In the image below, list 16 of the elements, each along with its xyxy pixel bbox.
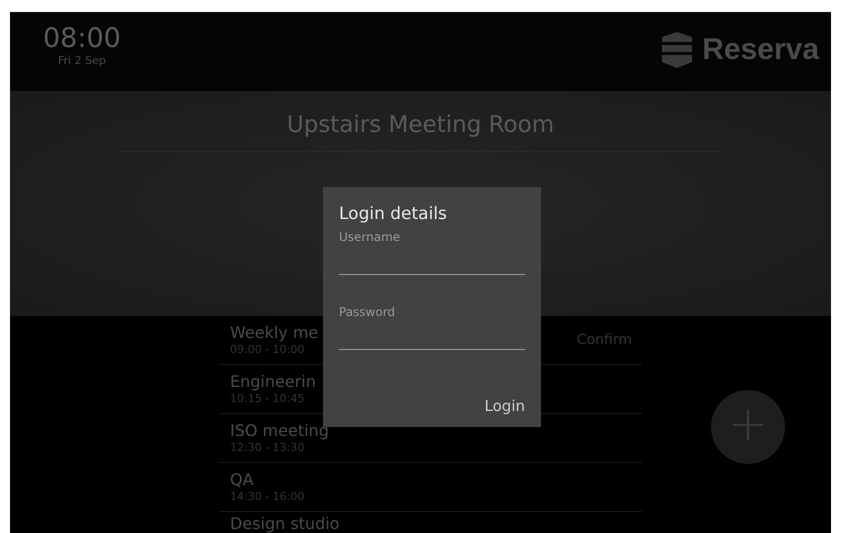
clock-time: 08:00 (43, 24, 121, 54)
brand-name: Reserva (702, 33, 819, 67)
input-field[interactable]: Password (339, 305, 525, 350)
room-title: Upstairs Meeting Room (286, 112, 554, 138)
add-button[interactable]: + (711, 390, 785, 464)
clock-date: Fri 2 Sep (58, 54, 106, 67)
meeting-title: Engineerin (230, 372, 316, 392)
login-button[interactable]: Login (484, 397, 525, 415)
meeting-title: Weekly me (230, 323, 318, 343)
meeting-title: ISO meeting (230, 421, 329, 441)
meeting-title: QA (230, 470, 254, 490)
stack-icon (660, 31, 694, 69)
meeting-title: Design studio (230, 514, 340, 533)
meeting-row[interactable]: Design studio (220, 512, 642, 533)
dialog-title: Login details (339, 204, 448, 224)
input-field[interactable]: Username (339, 230, 525, 275)
